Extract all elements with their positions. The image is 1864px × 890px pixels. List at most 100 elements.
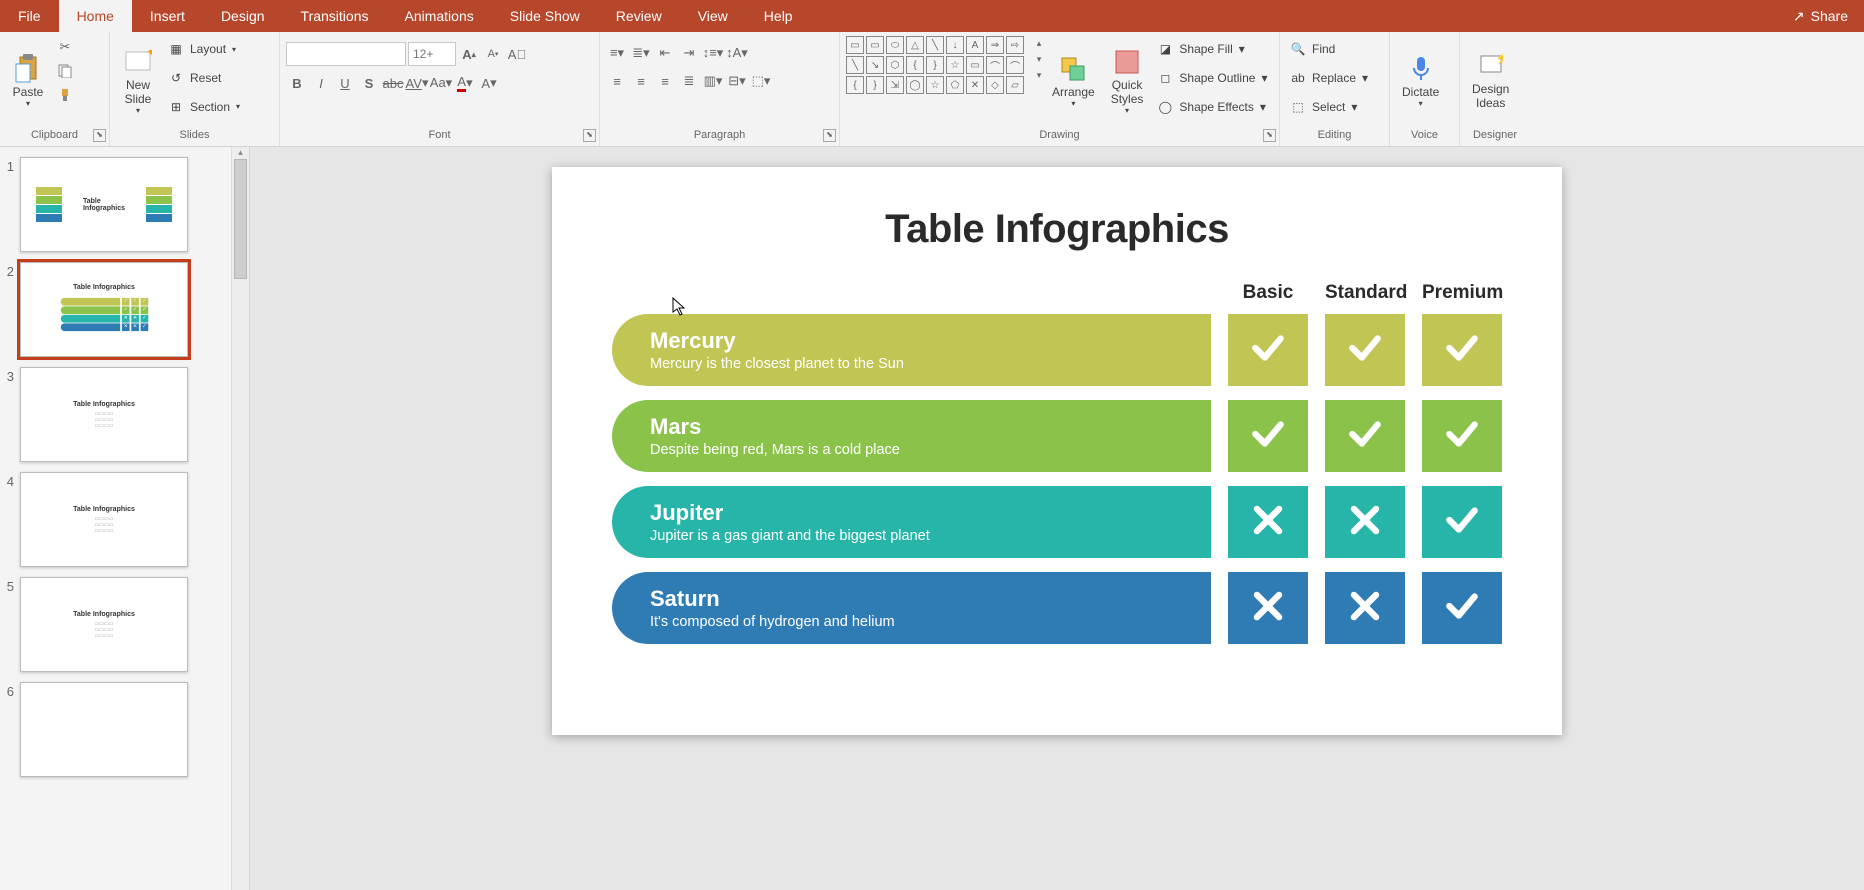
shape-gallery-item[interactable]: ◯ [906,76,924,94]
tab-help[interactable]: Help [746,0,811,32]
strikethrough-button[interactable]: abc [382,72,404,94]
smartart-button[interactable]: ⬚▾ [750,70,772,92]
thumbnail-preview[interactable]: Table Infographics▭▭▭▭▭▭▭▭▭▭▭▭ [20,367,188,462]
tab-home[interactable]: Home [59,0,132,32]
shape-gallery-item[interactable]: ⇨ [1006,36,1024,54]
section-button[interactable]: ⊞Section ▾ [164,94,244,120]
shape-gallery-item[interactable]: ▭ [846,36,864,54]
shape-gallery-item[interactable]: ⇒ [986,36,1004,54]
thumbnail-preview[interactable]: Table Infographics▭▭▭▭▭▭▭▭▭▭▭▭ [20,472,188,567]
scroll-up-button[interactable]: ▴ [232,147,249,158]
thumbnail-preview[interactable]: Table Infographics▭▭▭▭▭▭▭▭▭▭▭▭ [20,577,188,672]
thumbnail-item[interactable]: 2Table Infographics✓✓✓✓✓✓✕✕✓✕✕✓ [0,262,225,357]
bullets-button[interactable]: ≡▾ [606,42,628,64]
shapes-gallery[interactable]: ▭▭⬭△╲↓A⇒⇨╲↘⬡{}☆▭⌒⌒{}⇲◯☆⬠✕◇▱ [846,36,1024,94]
bold-button[interactable]: B [286,72,308,94]
thumbnail-preview[interactable]: TableInfographics [20,157,188,252]
shape-gallery-item[interactable]: ⬠ [946,76,964,94]
layout-button[interactable]: ▦Layout ▾ [164,36,244,62]
align-text-button[interactable]: ⊟▾ [726,70,748,92]
decrease-indent-button[interactable]: ⇤ [654,42,676,64]
thumbnail-preview[interactable] [20,682,188,777]
tab-view[interactable]: View [680,0,746,32]
column-header[interactable]: Premium [1422,282,1502,304]
check-cell[interactable] [1228,314,1308,386]
quick-styles-button[interactable]: Quick Styles▾ [1105,36,1150,124]
thumbnail-item[interactable]: 3Table Infographics▭▭▭▭▭▭▭▭▭▭▭▭ [0,367,225,462]
thumbnail-scrollbar[interactable]: ▴ [231,147,249,890]
row-label[interactable]: JupiterJupiter is a gas giant and the bi… [612,486,1211,558]
shape-gallery-item[interactable]: } [866,76,884,94]
line-spacing-button[interactable]: ↕≡▾ [702,42,724,64]
tab-slide-show[interactable]: Slide Show [492,0,598,32]
check-cell[interactable] [1422,314,1502,386]
find-button[interactable]: 🔍Find [1286,36,1372,62]
underline-button[interactable]: U [334,72,356,94]
check-cell[interactable] [1325,400,1405,472]
shape-gallery-item[interactable]: ▱ [1006,76,1024,94]
thumbnail-item[interactable]: 5Table Infographics▭▭▭▭▭▭▭▭▭▭▭▭ [0,577,225,672]
format-painter-button[interactable] [54,84,76,106]
check-cell[interactable] [1422,400,1502,472]
tab-insert[interactable]: Insert [132,0,203,32]
cross-cell[interactable] [1325,572,1405,644]
highlight-button[interactable]: A▾ [478,72,500,94]
shape-gallery-item[interactable]: ☆ [926,76,944,94]
decrease-font-button[interactable]: A▾ [482,43,504,65]
replace-button[interactable]: abReplace ▾ [1286,65,1372,91]
thumbnail-preview[interactable]: Table Infographics✓✓✓✓✓✓✕✕✓✕✕✓ [20,262,188,357]
tab-transitions[interactable]: Transitions [283,0,387,32]
shape-gallery-item[interactable]: ☆ [946,56,964,74]
slide-title[interactable]: Table Infographics [612,207,1502,252]
shape-fill-button[interactable]: ◪Shape Fill ▾ [1153,36,1271,62]
new-slide-button[interactable]: ✦ New Slide ▾ [116,36,160,124]
shape-gallery-item[interactable]: ⬡ [886,56,904,74]
shape-gallery-item[interactable]: ⌒ [986,56,1004,74]
shape-gallery-item[interactable]: ✕ [966,76,984,94]
shape-gallery-item[interactable]: ╲ [846,56,864,74]
dictate-button[interactable]: Dictate▾ [1396,36,1445,124]
check-cell[interactable] [1325,314,1405,386]
shape-gallery-item[interactable]: { [906,56,924,74]
text-shadow-button[interactable]: S [358,72,380,94]
table-row[interactable]: MarsDespite being red, Mars is a cold pl… [612,400,1502,472]
check-cell[interactable] [1422,486,1502,558]
tab-review[interactable]: Review [598,0,680,32]
shape-gallery-item[interactable]: } [926,56,944,74]
tab-design[interactable]: Design [203,0,283,32]
column-header[interactable]: Basic [1228,282,1308,304]
thumbnail-item[interactable]: 1TableInfographics [0,157,225,252]
shape-effects-button[interactable]: ◯Shape Effects ▾ [1153,94,1271,120]
select-button[interactable]: ⬚Select ▾ [1286,94,1372,120]
font-color-button[interactable]: A▾ [454,72,476,94]
clipboard-dialog-launcher[interactable]: ⬊ [93,129,106,142]
tab-file[interactable]: File [0,0,59,32]
shape-gallery-item[interactable]: ⇲ [886,76,904,94]
increase-indent-button[interactable]: ⇥ [678,42,700,64]
shape-outline-button[interactable]: ◻Shape Outline ▾ [1153,65,1271,91]
reset-button[interactable]: ↺Reset [164,65,244,91]
numbering-button[interactable]: ≣▾ [630,42,652,64]
shape-gallery-item[interactable]: △ [906,36,924,54]
char-spacing-button[interactable]: AV▾ [406,72,428,94]
shape-gallery-item[interactable]: ◇ [986,76,1004,94]
cut-button[interactable]: ✂ [54,36,76,58]
align-left-button[interactable]: ≡ [606,70,628,92]
drawing-dialog-launcher[interactable]: ⬊ [1263,129,1276,142]
shape-gallery-item[interactable]: ↓ [946,36,964,54]
table-row[interactable]: SaturnIt's composed of hydrogen and heli… [612,572,1502,644]
shape-gallery-item[interactable]: ⌒ [1006,56,1024,74]
paragraph-dialog-launcher[interactable]: ⬊ [823,129,836,142]
cross-cell[interactable] [1228,486,1308,558]
font-dialog-launcher[interactable]: ⬊ [583,129,596,142]
slide-editor-area[interactable]: Table Infographics BasicStandardPremium … [250,147,1864,890]
tab-animations[interactable]: Animations [386,0,491,32]
shape-gallery-item[interactable]: { [846,76,864,94]
justify-button[interactable]: ≣ [678,70,700,92]
column-header[interactable]: Standard [1325,282,1405,304]
shape-gallery-item[interactable]: ↘ [866,56,884,74]
row-label[interactable]: SaturnIt's composed of hydrogen and heli… [612,572,1211,644]
align-center-button[interactable]: ≡ [630,70,652,92]
paste-button[interactable]: Paste ▾ [6,36,50,124]
scroll-thumb[interactable] [234,159,247,279]
